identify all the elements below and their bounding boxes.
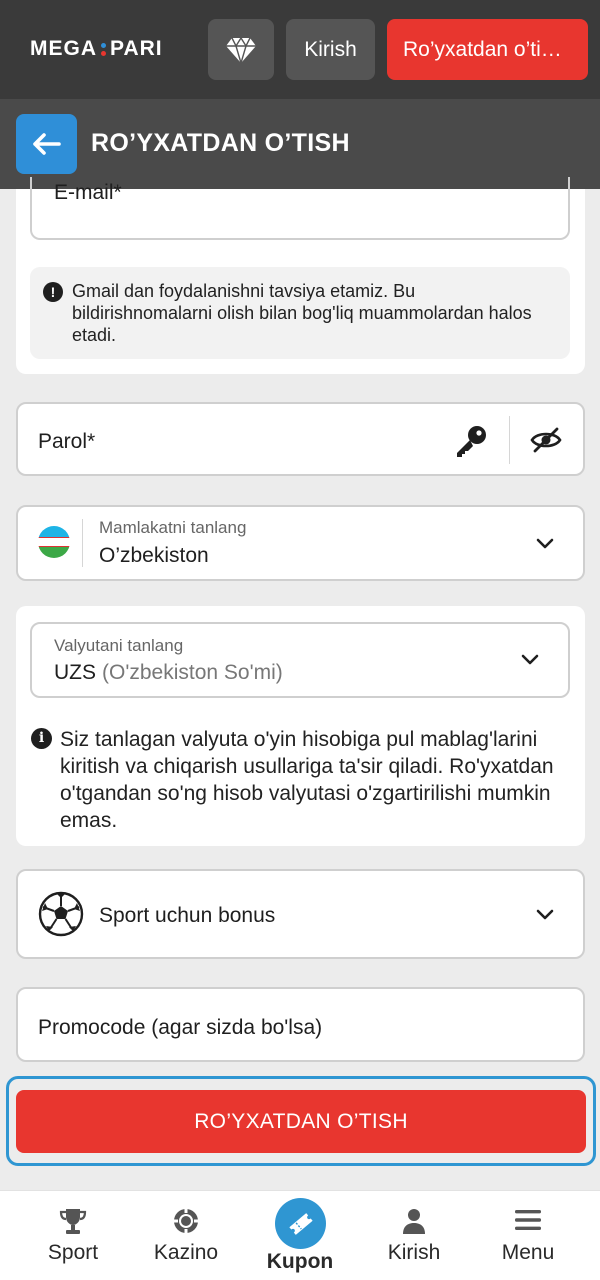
megapari-logo[interactable]: MEGA PARI — [30, 36, 163, 62]
uzbekistan-flag-icon — [38, 526, 70, 558]
bonus-value: Sport uchun bonus — [99, 904, 276, 927]
logo-dots-icon — [101, 42, 106, 56]
nav-item-menu[interactable]: Menu — [478, 1191, 578, 1280]
page-title-bar: RO’YXATDAN O’TISH — [0, 99, 600, 189]
currency-name: (O'zbekiston So'mi) — [102, 661, 283, 684]
submit-register-button[interactable]: RO’YXATDAN O’TISH — [16, 1090, 586, 1153]
register-button[interactable]: Ro’yxatdan o’ti… — [387, 19, 588, 80]
info-icon: i — [31, 728, 52, 749]
kupon-bubble — [275, 1198, 326, 1249]
nav-item-kirish[interactable]: Kirish — [364, 1191, 464, 1280]
nav-label-kirish: Kirish — [387, 1241, 441, 1264]
email-card: E-mail* ! Gmail dan foydalanishni tavsiy… — [16, 177, 585, 374]
bonus-select[interactable]: Sport uchun bonus — [16, 869, 585, 959]
currency-select[interactable]: Valyutani tanlang UZS (O'zbekiston So'mi) — [30, 622, 570, 698]
nav-label-menu: Menu — [501, 1241, 555, 1264]
chevron-down-icon — [521, 654, 539, 665]
logo-text-left: MEGA — [30, 37, 97, 60]
email-field[interactable]: E-mail* — [30, 177, 570, 240]
country-label: Mamlakatni tanlang — [99, 518, 247, 537]
currency-card: Valyutani tanlang UZS (O'zbekiston So'mi)… — [16, 606, 585, 846]
key-icon[interactable] — [454, 424, 488, 458]
country-divider — [82, 519, 83, 567]
email-placeholder: E-mail* — [54, 181, 122, 204]
currency-label: Valyutani tanlang — [54, 636, 184, 655]
logo-text-right: PARI — [110, 37, 163, 60]
submit-focus-ring: RO’YXATDAN O’TISH — [6, 1076, 596, 1166]
user-icon — [403, 1209, 425, 1234]
nav-label-kupon: Kupon — [266, 1250, 334, 1273]
soccer-ball-icon — [38, 891, 84, 937]
casino-chip-icon — [174, 1209, 198, 1233]
promocode-placeholder: Promocode (agar sizda bo'lsa) — [38, 1016, 323, 1039]
exclamation-icon: ! — [43, 282, 63, 302]
diamond-icon — [226, 36, 256, 64]
ticket-icon — [288, 1212, 313, 1235]
country-select[interactable]: Mamlakatni tanlang O’zbekiston — [16, 505, 585, 581]
vip-button[interactable] — [208, 19, 274, 80]
chevron-down-icon — [536, 538, 554, 549]
promocode-field[interactable]: Promocode (agar sizda bo'lsa) — [16, 987, 585, 1062]
chevron-down-icon — [536, 909, 554, 920]
password-divider — [509, 416, 510, 464]
page-title: RO’YXATDAN O’TISH — [91, 129, 350, 157]
app-header: MEGA PARI Kirish Ro’yxatdan o’ti… — [0, 0, 600, 99]
bottom-navigation: Sport Kazino Kupon Kirish Menu — [0, 1190, 600, 1280]
email-hint-text: Gmail dan foydalanishni tavsiya etamiz. … — [72, 281, 532, 345]
trophy-icon — [59, 1209, 87, 1234]
nav-item-kupon[interactable]: Kupon — [250, 1191, 350, 1280]
currency-hint-text: Siz tanlagan valyuta o'yin hisobiga pul … — [60, 728, 554, 832]
password-field[interactable]: Parol* — [16, 402, 585, 476]
country-value: O’zbekiston — [99, 544, 209, 567]
hamburger-menu-icon — [515, 1210, 541, 1230]
nav-label-sport: Sport — [47, 1241, 99, 1264]
eye-slash-icon[interactable] — [530, 427, 562, 453]
currency-code: UZS — [54, 661, 96, 684]
nav-item-sport[interactable]: Sport — [23, 1191, 123, 1280]
password-placeholder: Parol* — [38, 430, 96, 453]
nav-item-kazino[interactable]: Kazino — [136, 1191, 236, 1280]
nav-label-kazino: Kazino — [153, 1241, 219, 1264]
back-button[interactable] — [16, 114, 77, 174]
email-hint: ! Gmail dan foydalanishni tavsiya etamiz… — [30, 267, 570, 359]
login-button[interactable]: Kirish — [286, 19, 375, 80]
arrow-left-icon — [32, 133, 61, 155]
currency-value: UZS (O'zbekiston So'mi) — [54, 661, 283, 685]
